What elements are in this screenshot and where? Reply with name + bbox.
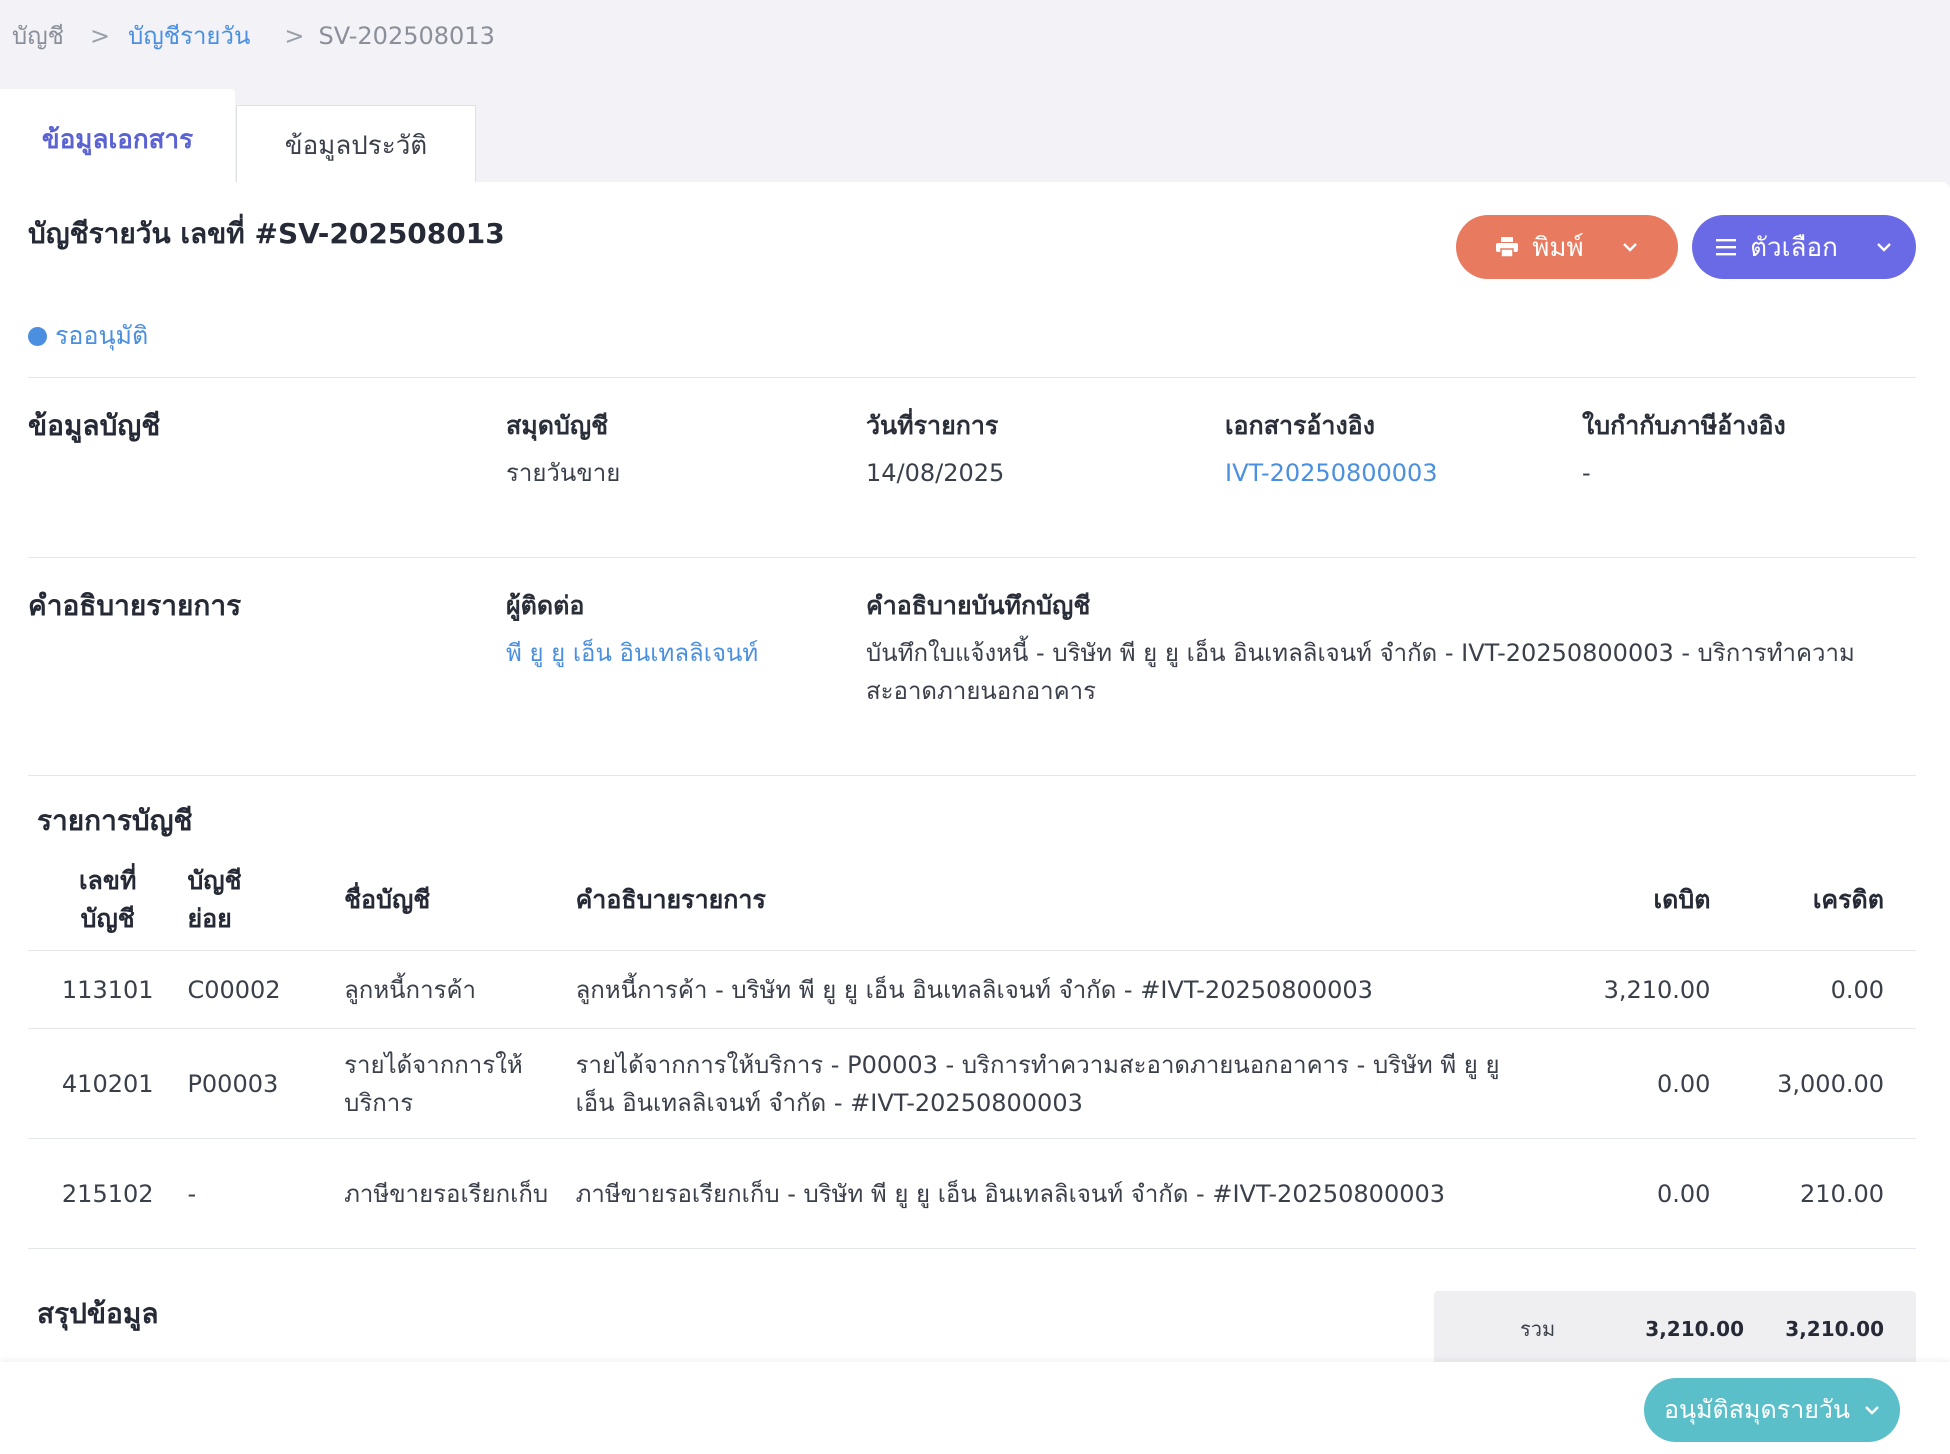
date-field: วันที่รายการ 14/08/2025 [866, 406, 1004, 492]
divider [28, 377, 1916, 378]
cell-account-no: 113101 [28, 950, 188, 1029]
print-button-label: พิมพ์ [1532, 232, 1584, 263]
breadcrumb-separator: > [89, 21, 111, 50]
col-account-no: เลขที่ บัญชี [28, 850, 187, 951]
cell-description: ภาษีขายรอเรียกเก็บ - บริษัท พี ยู ยู เอ็… [575, 1138, 1525, 1249]
cell-account-name: ภาษีขายรอเรียกเก็บ [344, 1138, 576, 1249]
options-button[interactable]: ตัวเลือก [1692, 215, 1916, 279]
divider [28, 775, 1916, 776]
cell-debit: 0.00 [1524, 1028, 1711, 1139]
cell-debit: 0.00 [1524, 1138, 1711, 1249]
memo-field: คำอธิบายบันทึกบัญชี บันทึกใบแจ้งหนี้ - บ… [866, 586, 1886, 710]
col-account-name: ชื่อบัญชี [344, 885, 431, 914]
status-dot-icon [28, 326, 47, 346]
journal-label: สมุดบัญชี [506, 411, 609, 440]
col-sub-account-line1: บัญชี [187, 866, 242, 895]
approve-journal-label: อนุมัติสมุดรายวัน [1663, 1395, 1851, 1424]
tab-history-info[interactable]: ข้อมูลประวัติ [236, 105, 476, 185]
col-description: คำอธิบายรายการ [575, 885, 766, 914]
status-text: รออนุมัติ [55, 321, 149, 350]
breadcrumb-root[interactable]: บัญชี [12, 16, 64, 55]
printer-icon [1496, 237, 1519, 257]
breadcrumb: บัญชี > บัญชีรายวัน > SV-202508013 [12, 16, 495, 55]
contact-field: ผู้ติดต่อ พี ยู ยู เอ็น อินเทลลิเจนท์ [506, 586, 758, 672]
cell-credit: 3,000.00 [1710, 1028, 1916, 1139]
memo-label: คำอธิบายบันทึกบัญชี [866, 591, 1091, 620]
reference-document-field: เอกสารอ้างอิง IVT-20250800003 [1225, 406, 1438, 492]
totals-box: รวม 3,210.00 3,210.00 [1434, 1291, 1916, 1366]
cell-account-name: รายได้จากการให้บริการ [344, 1028, 576, 1139]
cell-credit: 0.00 [1710, 950, 1916, 1029]
cell-description: ลูกหนี้การค้า - บริษัท พี ยู ยู เอ็น อิน… [575, 950, 1525, 1029]
journal-value: รายวันขาย [506, 459, 621, 487]
col-sub-account: บัญชี ย่อย [187, 850, 344, 951]
menu-icon [1716, 238, 1737, 256]
tax-invoice-value: - [1582, 459, 1591, 487]
cell-sub-account: - [187, 1138, 345, 1249]
total-label: รวม [1520, 1316, 1556, 1341]
col-account-no-line1: เลขที่ [79, 866, 137, 895]
reference-document-link[interactable]: IVT-20250800003 [1225, 454, 1438, 492]
breadcrumb-section-link[interactable]: บัญชีรายวัน [128, 16, 250, 55]
ledger-header-row: เลขที่ บัญชี บัญชี ย่อย ชื่อบัญชี คำอธิบ… [28, 850, 1916, 951]
footer-bar: อนุมัติสมุดรายวัน [0, 1362, 1950, 1454]
tax-invoice-field: ใบกำกับภาษีอ้างอิง - [1582, 406, 1786, 492]
cell-account-no: 215102 [28, 1138, 188, 1249]
tax-invoice-label: ใบกำกับภาษีอ้างอิง [1582, 411, 1786, 440]
journal-field: สมุดบัญชี รายวันขาย [506, 406, 620, 492]
account-info-heading: ข้อมูลบัญชี [28, 409, 161, 442]
table-row: 410201 P00003 รายได้จากการให้บริการ รายไ… [28, 1028, 1916, 1139]
ledger-heading: รายการบัญชี [37, 804, 193, 837]
col-account-no-line2: บัญชี [80, 904, 135, 933]
breadcrumb-current: SV-202508013 [318, 21, 495, 50]
breadcrumb-separator: > [284, 21, 305, 50]
table-row: 215102 - ภาษีขายรอเรียกเก็บ ภาษีขายรอเรี… [28, 1138, 1916, 1249]
date-value: 14/08/2025 [866, 459, 1005, 487]
cell-account-name: ลูกหนี้การค้า [344, 950, 576, 1029]
contact-label: ผู้ติดต่อ [506, 591, 585, 620]
memo-value: บันทึกใบแจ้งหนี้ - บริษัท พี ยู ยู เอ็น … [866, 639, 1855, 705]
summary-heading: สรุปข้อมูล [37, 1297, 159, 1330]
contact-link[interactable]: พี ยู ยู เอ็น อินเทลลิเจนท์ [506, 634, 758, 672]
cell-sub-account: C00002 [187, 950, 345, 1029]
divider [28, 557, 1916, 558]
approve-journal-button[interactable]: อนุมัติสมุดรายวัน [1644, 1378, 1900, 1442]
col-credit: เครดิต [1812, 885, 1884, 914]
cell-account-no: 410201 [28, 1028, 188, 1139]
cell-credit: 210.00 [1710, 1138, 1916, 1249]
reference-document-label: เอกสารอ้างอิง [1225, 411, 1375, 440]
table-row: 113101 C00002 ลูกหนี้การค้า ลูกหนี้การค้… [28, 950, 1916, 1029]
description-heading: คำอธิบายรายการ [28, 589, 242, 622]
ledger-table: เลขที่ บัญชี บัญชี ย่อย ชื่อบัญชี คำอธิบ… [28, 850, 1916, 1249]
col-debit: เดบิต [1653, 885, 1711, 914]
options-button-label: ตัวเลือก [1750, 232, 1838, 263]
page-title: บัญชีรายวัน เลขที่ #SV-202508013 [28, 217, 505, 250]
col-sub-account-line2: ย่อย [187, 904, 232, 933]
document-card: บัญชีรายวัน เลขที่ #SV-202508013 พิมพ์ ต… [0, 182, 1950, 1366]
print-button[interactable]: พิมพ์ [1456, 215, 1678, 279]
status-badge: รออนุมัติ [28, 316, 148, 356]
cell-sub-account: P00003 [187, 1028, 345, 1139]
total-debit: 3,210.00 [1645, 1316, 1744, 1341]
cell-debit: 3,210.00 [1524, 950, 1711, 1029]
chevron-down-icon [1622, 242, 1638, 252]
cell-description: รายได้จากการให้บริการ - P00003 - บริการท… [575, 1028, 1525, 1139]
date-label: วันที่รายการ [866, 411, 999, 440]
total-credit: 3,210.00 [1785, 1316, 1884, 1341]
chevron-down-icon [1876, 242, 1892, 252]
chevron-down-icon [1864, 1405, 1880, 1415]
tab-document-info[interactable]: ข้อมูลเอกสาร [0, 89, 235, 185]
